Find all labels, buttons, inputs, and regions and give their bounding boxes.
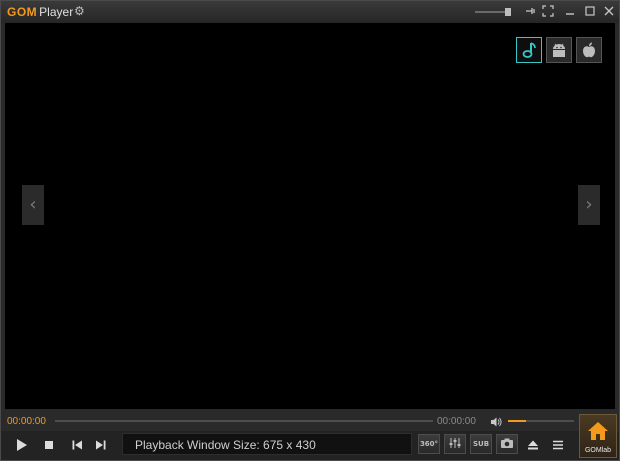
seek-bar[interactable]: [55, 420, 433, 422]
next-button[interactable]: [92, 436, 110, 454]
subtitle-button[interactable]: SUB: [470, 434, 492, 454]
pin-icon[interactable]: [523, 5, 537, 19]
logo-player-text: Player: [39, 5, 74, 19]
total-time: 00:00:00: [437, 416, 476, 427]
gear-icon[interactable]: ⚙: [74, 5, 86, 17]
maximize-icon[interactable]: [583, 5, 597, 19]
status-message: Playback Window Size: 675 x 430: [122, 433, 412, 455]
minimize-icon[interactable]: [563, 5, 577, 19]
next-arrow-button[interactable]: ›: [578, 185, 600, 225]
camera-icon: [500, 437, 514, 451]
apple-icon[interactable]: [576, 37, 602, 63]
music-note-icon[interactable]: [516, 37, 542, 63]
eject-button[interactable]: [524, 436, 542, 454]
opacity-slider-thumb[interactable]: [505, 8, 511, 16]
seek-row: 00:00:00 00:00:00: [1, 411, 619, 431]
fullscreen-icon[interactable]: [541, 5, 555, 19]
android-icon[interactable]: [546, 37, 572, 63]
gomlab-label: GOMlab: [584, 447, 612, 454]
prev-arrow-button[interactable]: ‹: [22, 185, 44, 225]
volume-icon[interactable]: [490, 415, 502, 427]
video-area[interactable]: ‹ ›: [5, 23, 615, 409]
control-bar: Playback Window Size: 675 x 430 360° SUB: [1, 431, 619, 460]
app-logo: GOM Player: [7, 5, 73, 19]
home-icon: [587, 421, 609, 446]
previous-button[interactable]: [68, 436, 86, 454]
gom-player-window: GOM Player ⚙ ‹ › 00:00:00 00:00:00 Playb…: [0, 0, 620, 461]
title-bar[interactable]: GOM Player ⚙: [1, 1, 619, 23]
vr360-button[interactable]: 360°: [418, 434, 440, 454]
gomlab-button[interactable]: GOMlab: [579, 414, 617, 458]
screenshot-button[interactable]: [496, 434, 518, 454]
equalizer-button[interactable]: [444, 434, 466, 454]
play-button[interactable]: [12, 436, 30, 454]
volume-slider[interactable]: [508, 420, 574, 422]
volume-level: [508, 420, 527, 422]
logo-gom-text: GOM: [7, 5, 38, 19]
close-icon[interactable]: [602, 5, 616, 19]
equalizer-icon: [448, 437, 462, 451]
current-time: 00:00:00: [7, 416, 46, 427]
stop-button[interactable]: [40, 436, 58, 454]
menu-button[interactable]: [549, 436, 567, 454]
platform-icons: [516, 37, 602, 63]
